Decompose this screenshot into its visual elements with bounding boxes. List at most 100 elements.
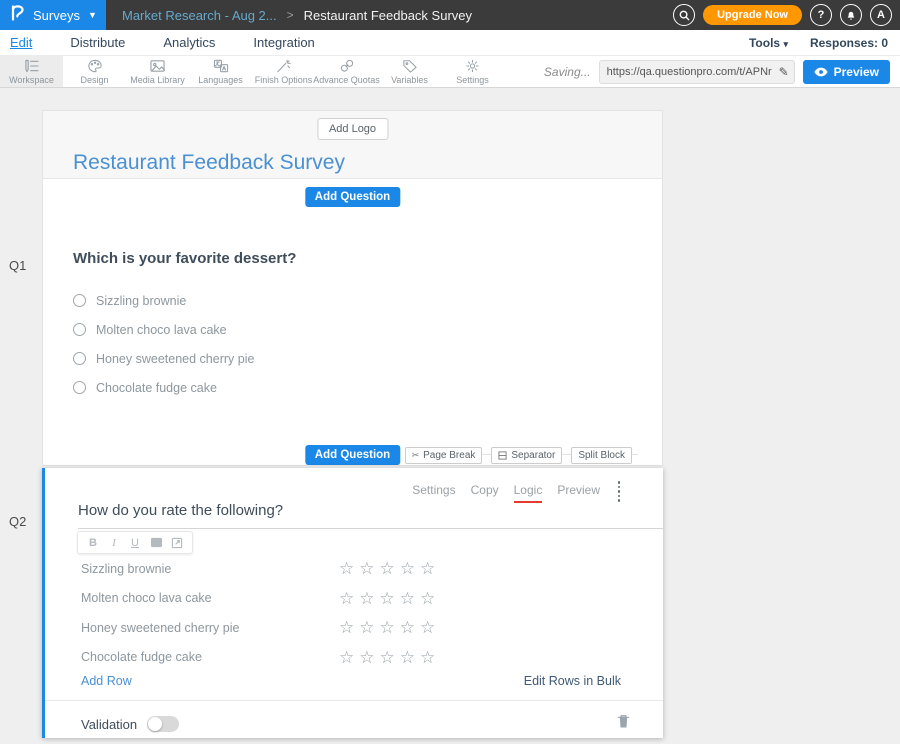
q1-option[interactable]: Honey sweetened cherry pie: [73, 344, 254, 373]
insert-link-button[interactable]: [169, 535, 185, 550]
translate-icon: [213, 59, 229, 73]
star-rating[interactable]: ☆☆☆☆☆: [339, 619, 440, 636]
q2-question-text[interactable]: How do you rate the following?: [78, 502, 664, 529]
chevron-down-icon: ▾: [783, 39, 788, 49]
block-actions: ✂ Page Break Separator Split Block: [405, 447, 632, 464]
validation-toggle[interactable]: [147, 716, 179, 732]
breadcrumb-survey: Restaurant Feedback Survey: [304, 8, 472, 23]
separator-button[interactable]: Separator: [491, 447, 562, 464]
star-rating[interactable]: ☆☆☆☆☆: [339, 590, 440, 607]
top-bar: Surveys ▼ Market Research - Aug 2... > R…: [0, 0, 900, 30]
survey-block-1: Add Logo Restaurant Feedback Survey Add …: [42, 110, 663, 466]
nav-right: Tools ▾ Responses: 0: [749, 36, 890, 50]
help-button[interactable]: ?: [810, 4, 832, 26]
tab-integration[interactable]: Integration: [253, 35, 314, 50]
search-icon: [679, 10, 690, 21]
palette-icon: [87, 59, 103, 73]
add-question-button-top[interactable]: Add Question: [305, 187, 400, 207]
workspace-icon: [23, 59, 40, 73]
survey-title[interactable]: Restaurant Feedback Survey: [73, 151, 345, 175]
breadcrumb-folder[interactable]: Market Research - Aug 2...: [122, 8, 277, 23]
q2-copy-link[interactable]: Copy: [471, 483, 499, 503]
row-label[interactable]: Honey sweetened cherry pie: [81, 621, 339, 635]
tab-analytics[interactable]: Analytics: [163, 35, 215, 50]
account-avatar[interactable]: A: [870, 4, 892, 26]
radio-icon[interactable]: [73, 323, 86, 336]
row-label[interactable]: Sizzling brownie: [81, 562, 339, 576]
tag-icon: [402, 59, 418, 73]
underline-button[interactable]: U: [127, 535, 143, 550]
rating-row: Molten choco lava cake ☆☆☆☆☆: [81, 584, 636, 614]
survey-block-2-selected: Settings Copy Logic Preview How do you r…: [42, 468, 663, 738]
survey-url-field[interactable]: ✎: [599, 60, 795, 84]
tab-distribute[interactable]: Distribute: [70, 35, 125, 50]
q1-question-text[interactable]: Which is your favorite dessert?: [73, 250, 296, 267]
responses-count: Responses: 0: [810, 36, 888, 50]
breadcrumb: Market Research - Aug 2... > Restaurant …: [122, 8, 472, 23]
radio-icon[interactable]: [73, 352, 86, 365]
rating-row: Chocolate fudge cake ☆☆☆☆☆: [81, 643, 636, 673]
toolbar-item-media-library[interactable]: Media Library: [126, 56, 189, 87]
q1-option[interactable]: Molten choco lava cake: [73, 315, 254, 344]
split-block-button[interactable]: Split Block: [571, 447, 632, 464]
eye-icon: [814, 67, 828, 77]
product-label: Surveys: [33, 8, 80, 23]
q2-action-menu: Settings Copy Logic Preview: [412, 483, 600, 503]
saving-status: Saving...: [544, 65, 591, 79]
q2-rating-rows: Sizzling brownie ☆☆☆☆☆ Molten choco lava…: [81, 554, 636, 672]
option-label: Chocolate fudge cake: [96, 381, 217, 395]
preview-button[interactable]: Preview: [803, 60, 890, 84]
editor-toolbar: Workspace Design Media Library Languages…: [0, 56, 900, 88]
separator-icon: [498, 451, 507, 460]
q1-options: Sizzling brownie Molten choco lava cake …: [73, 286, 254, 402]
scissors-icon: ✂: [412, 450, 420, 461]
surveys-menu[interactable]: Surveys ▼: [0, 0, 106, 30]
row-label[interactable]: Chocolate fudge cake: [81, 650, 339, 664]
option-label: Honey sweetened cherry pie: [96, 352, 254, 366]
toolbar-right: Saving... ✎ Preview: [544, 56, 900, 87]
survey-editor-page: Surveys ▼ Market Research - Aug 2... > R…: [0, 0, 900, 744]
edit-url-icon[interactable]: ✎: [779, 65, 789, 79]
add-question-button-bottom[interactable]: Add Question: [305, 445, 400, 465]
star-rating[interactable]: ☆☆☆☆☆: [339, 649, 440, 666]
tab-edit[interactable]: Edit: [10, 35, 32, 50]
page-break-button[interactable]: ✂ Page Break: [405, 447, 483, 464]
text-format-toolbar: B I U: [77, 531, 193, 554]
bold-button[interactable]: B: [85, 535, 101, 550]
search-button[interactable]: [673, 4, 695, 26]
delete-question-button[interactable]: [617, 714, 630, 734]
insert-image-button[interactable]: [148, 535, 164, 550]
toolbar-item-languages[interactable]: Languages: [189, 56, 252, 87]
radio-icon[interactable]: [73, 294, 86, 307]
italic-button[interactable]: I: [106, 535, 122, 550]
toolbar-item-finish-options[interactable]: Finish Options: [252, 56, 315, 87]
question-number-q1: Q1: [9, 258, 26, 273]
toolbar-item-settings[interactable]: Settings: [441, 56, 504, 87]
more-options-icon[interactable]: [618, 481, 621, 502]
questionpro-logo-icon: [10, 4, 25, 27]
option-label: Molten choco lava cake: [96, 323, 227, 337]
tools-menu[interactable]: Tools ▾: [749, 36, 788, 50]
toolbar-item-workspace[interactable]: Workspace: [0, 56, 63, 87]
toolbar-item-advance-quotas[interactable]: Advance Quotas: [315, 56, 378, 87]
chevron-down-icon: ▼: [88, 10, 97, 20]
toolbar-item-variables[interactable]: Variables: [378, 56, 441, 87]
q2-preview-link[interactable]: Preview: [557, 483, 600, 503]
q1-option[interactable]: Chocolate fudge cake: [73, 373, 254, 402]
add-row-link[interactable]: Add Row: [81, 674, 132, 688]
star-rating[interactable]: ☆☆☆☆☆: [339, 560, 440, 577]
add-logo-button[interactable]: Add Logo: [317, 118, 388, 140]
q2-settings-link[interactable]: Settings: [412, 483, 455, 503]
upgrade-now-button[interactable]: Upgrade Now: [703, 5, 802, 25]
breadcrumb-separator: >: [287, 8, 294, 22]
survey-url-input[interactable]: [600, 66, 772, 78]
image-icon: [149, 59, 166, 73]
q2-logic-link[interactable]: Logic: [514, 483, 543, 503]
radio-icon[interactable]: [73, 381, 86, 394]
row-label[interactable]: Molten choco lava cake: [81, 591, 339, 605]
edit-rows-in-bulk-link[interactable]: Edit Rows in Bulk: [524, 674, 621, 688]
main-nav: Edit Distribute Analytics Integration To…: [0, 30, 900, 56]
notifications-button[interactable]: [840, 4, 862, 26]
q1-option[interactable]: Sizzling brownie: [73, 286, 254, 315]
toolbar-item-design[interactable]: Design: [63, 56, 126, 87]
